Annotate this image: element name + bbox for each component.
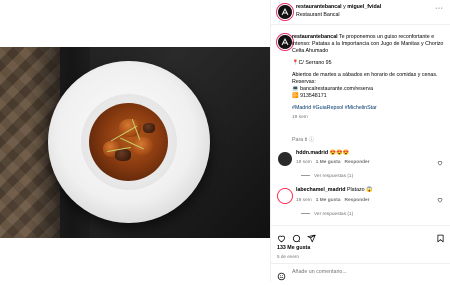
caption-line: Te proponemos un guiso reconfortante e: [339, 34, 435, 40]
view-replies-text: Ver respuestas (1): [314, 174, 354, 179]
plate: [48, 61, 210, 223]
reply-button[interactable]: Responder: [345, 160, 370, 165]
comment-username[interactable]: labechamel_madrid: [296, 187, 345, 193]
potato-chunk: [133, 137, 153, 157]
caption-hashtags[interactable]: #Madrid #GuiaRepsol #MichelinStar: [292, 105, 446, 112]
save-button[interactable]: [436, 230, 445, 248]
heart-icon: [278, 235, 285, 243]
restaurant-logo-icon: [281, 37, 289, 46]
restaurant-logo-icon: [281, 7, 289, 16]
emoji-button[interactable]: [277, 268, 286, 286]
share-icon: [307, 234, 316, 243]
para-ti-text: Para ti: [292, 137, 308, 143]
author-username[interactable]: restaurantebancal: [296, 4, 342, 10]
caption-reservations: Reservas:: [292, 79, 316, 85]
divider: [271, 225, 450, 226]
post-media: [0, 0, 270, 281]
post-details-panel: restaurantebancal y miguel_fvidal Restau…: [270, 0, 450, 281]
comment-like-icon[interactable]: [437, 153, 443, 171]
comment-input[interactable]: Añade un comentario...: [292, 269, 347, 276]
comment-meta: 19 sem 1 Me gusta Responder: [296, 159, 370, 166]
bookmark-icon: [437, 234, 444, 243]
post-photo[interactable]: [0, 47, 270, 238]
view-replies-button[interactable]: Ver respuestas (1): [301, 173, 353, 180]
caption-address: 📍C/ Serrano 95: [292, 60, 332, 66]
caption-username[interactable]: restaurantebancal: [292, 34, 338, 40]
comment-time: 19 sem: [296, 198, 312, 203]
avatar[interactable]: [278, 5, 292, 19]
info-icon: ⓘ: [308, 137, 315, 143]
comment-username[interactable]: hddn.madrid: [296, 150, 328, 156]
comment-icon: [292, 234, 301, 243]
emoji-icon: [277, 272, 286, 281]
comment-time: 19 sem: [296, 160, 312, 165]
coauthor-username[interactable]: miguel_fvidal: [347, 4, 381, 10]
comment-2: labechamel_madrid Platazo 😱: [296, 187, 373, 194]
commenter-avatar[interactable]: [278, 152, 292, 166]
comment-1: hddn.madrid 😍😍😍: [296, 150, 349, 157]
comment-likes[interactable]: 1 Me gusta: [316, 160, 341, 165]
reply-button[interactable]: Responder: [345, 198, 370, 203]
post-date: 5 de enero: [277, 254, 299, 259]
meat-piece: [115, 149, 131, 161]
comment-meta: 19 sem 1 Me gusta Responder: [296, 197, 370, 204]
comment-likes[interactable]: 1 Me gusta: [316, 198, 341, 203]
header-authors: restaurantebancal y miguel_fvidal: [296, 4, 381, 11]
comment-text: Platazo 😱: [346, 187, 373, 193]
meat-piece: [143, 123, 155, 133]
comment-text: 😍😍😍: [329, 150, 350, 156]
view-replies-text: Ver respuestas (1): [314, 212, 354, 217]
caption-avatar[interactable]: [278, 35, 292, 49]
view-replies-button[interactable]: Ver respuestas (1): [301, 211, 353, 218]
commenter-avatar[interactable]: [278, 189, 292, 203]
comment-like-icon[interactable]: [437, 190, 443, 208]
author-conjunction: y: [343, 4, 346, 10]
caption-hours: Abiertos de martes a sábados en horario …: [292, 72, 438, 78]
likes-count[interactable]: 133 Me gusta: [277, 245, 310, 252]
stew: [89, 103, 168, 181]
caption-line: Celta Ahumado: [292, 48, 329, 54]
post-header: restaurantebancal y miguel_fvidal Restau…: [271, 0, 450, 25]
header-subtitle[interactable]: Restaurant Bancal: [296, 12, 340, 19]
instagram-post-modal: restaurantebancal y miguel_fvidal Restau…: [0, 0, 450, 281]
caption-timestamp: 19 sem: [292, 115, 308, 120]
post-caption: restaurantebancal Te proponemos un guiso…: [292, 34, 446, 121]
more-options-button[interactable]: ···: [435, 5, 444, 12]
bowl: [81, 94, 177, 190]
caption-web: 💻 bancalrestaurante.com/reserva: [292, 86, 374, 92]
caption-line: intenso: Patatas a la Importancia con Ju…: [292, 41, 444, 47]
para-ti-label[interactable]: Para ti ⓘ: [292, 137, 314, 144]
divider: [271, 263, 450, 264]
caption-phone: 📴 913548171: [292, 93, 327, 99]
